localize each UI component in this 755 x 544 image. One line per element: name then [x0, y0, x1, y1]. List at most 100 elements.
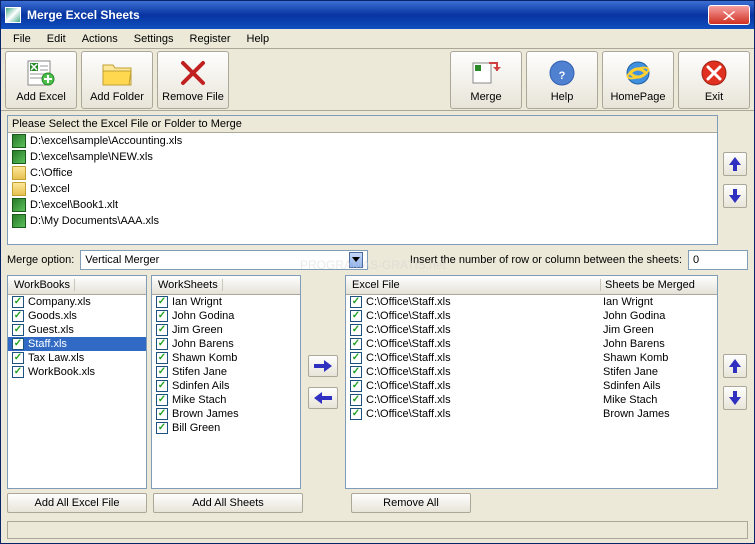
result-file: C:\Office\Staff.xls — [366, 296, 451, 308]
help-button[interactable]: ? Help — [526, 51, 598, 109]
checkbox[interactable] — [156, 324, 168, 336]
exit-button[interactable]: Exit — [678, 51, 750, 109]
worksheet-item[interactable]: Shawn Komb — [152, 351, 300, 365]
checkbox[interactable] — [350, 408, 362, 420]
checkbox[interactable] — [156, 296, 168, 308]
worksheet-name: Brown James — [172, 408, 239, 420]
file-path: D:\excel\sample\NEW.xls — [30, 151, 153, 163]
checkbox[interactable] — [350, 296, 362, 308]
worksheets-header: WorkSheets — [158, 279, 223, 291]
checkbox[interactable] — [12, 338, 24, 350]
checkbox[interactable] — [12, 366, 24, 378]
checkbox[interactable] — [156, 338, 168, 350]
remove-file-button[interactable]: Remove File — [157, 51, 229, 109]
result-row[interactable]: C:\Office\Staff.xlsShawn Komb — [346, 351, 717, 365]
checkbox[interactable] — [156, 394, 168, 406]
file-item[interactable]: D:\excel\sample\NEW.xls — [8, 149, 717, 165]
source-file-list[interactable]: Please Select the Excel File or Folder t… — [7, 115, 718, 245]
statusbar — [7, 521, 748, 539]
worksheet-item[interactable]: John Barens — [152, 337, 300, 351]
checkbox[interactable] — [350, 366, 362, 378]
checkbox[interactable] — [350, 338, 362, 350]
file-item[interactable]: D:\excel — [8, 181, 717, 197]
workbooks-list[interactable]: WorkBooks Company.xlsGoods.xlsGuest.xlsS… — [7, 275, 147, 489]
homepage-button[interactable]: HomePage — [602, 51, 674, 109]
add-all-sheets-button[interactable]: Add All Sheets — [153, 493, 303, 513]
worksheet-name: Ian Wrignt — [172, 296, 222, 308]
worksheet-item[interactable]: Bill Green — [152, 421, 300, 435]
move-up-button[interactable] — [723, 152, 747, 176]
titlebar: Merge Excel Sheets — [1, 1, 754, 29]
result-move-down-button[interactable] — [723, 386, 747, 410]
workbook-item[interactable]: WorkBook.xls — [8, 365, 146, 379]
workbook-item[interactable]: Guest.xls — [8, 323, 146, 337]
file-item[interactable]: D:\excel\Book1.xlt — [8, 197, 717, 213]
result-move-up-button[interactable] — [723, 354, 747, 378]
worksheet-item[interactable]: Jim Green — [152, 323, 300, 337]
menu-settings[interactable]: Settings — [126, 31, 182, 47]
menu-actions[interactable]: Actions — [74, 31, 126, 47]
worksheet-item[interactable]: Ian Wrignt — [152, 295, 300, 309]
result-row[interactable]: C:\Office\Staff.xlsStifen Jane — [346, 365, 717, 379]
worksheet-item[interactable]: John Godina — [152, 309, 300, 323]
checkbox[interactable] — [156, 366, 168, 378]
file-item[interactable]: D:\excel\sample\Accounting.xls — [8, 133, 717, 149]
result-list[interactable]: Excel File Sheets be Merged C:\Office\St… — [345, 275, 718, 489]
insert-rows-input[interactable] — [688, 250, 748, 270]
worksheet-item[interactable]: Stifen Jane — [152, 365, 300, 379]
result-row[interactable]: C:\Office\Staff.xlsJim Green — [346, 323, 717, 337]
checkbox[interactable] — [156, 380, 168, 392]
checkbox[interactable] — [350, 310, 362, 322]
checkbox[interactable] — [12, 352, 24, 364]
remove-all-button[interactable]: Remove All — [351, 493, 471, 513]
close-button[interactable] — [708, 5, 750, 25]
result-row[interactable]: C:\Office\Staff.xlsJohn Barens — [346, 337, 717, 351]
worksheets-list[interactable]: WorkSheets Ian WrigntJohn GodinaJim Gree… — [151, 275, 301, 489]
result-col-file: Excel File — [352, 279, 601, 291]
workbook-name: Staff.xls — [28, 338, 67, 350]
add-excel-button[interactable]: Add Excel — [5, 51, 77, 109]
result-row[interactable]: C:\Office\Staff.xlsIan Wrignt — [346, 295, 717, 309]
result-row[interactable]: C:\Office\Staff.xlsBrown James — [346, 407, 717, 421]
add-folder-button[interactable]: Add Folder — [81, 51, 153, 109]
result-row[interactable]: C:\Office\Staff.xlsMike Stach — [346, 393, 717, 407]
chevron-down-icon — [349, 252, 363, 268]
checkbox[interactable] — [350, 394, 362, 406]
result-sheet: Mike Stach — [603, 394, 713, 406]
menu-register[interactable]: Register — [182, 31, 239, 47]
menu-file[interactable]: File — [5, 31, 39, 47]
add-all-excel-button[interactable]: Add All Excel File — [7, 493, 147, 513]
file-item[interactable]: D:\My Documents\AAA.xls — [8, 213, 717, 229]
checkbox[interactable] — [12, 296, 24, 308]
worksheet-item[interactable]: Brown James — [152, 407, 300, 421]
workbook-item[interactable]: Tax Law.xls — [8, 351, 146, 365]
worksheet-name: Shawn Komb — [172, 352, 237, 364]
workbook-item[interactable]: Staff.xls — [8, 337, 146, 351]
menu-edit[interactable]: Edit — [39, 31, 74, 47]
merge-option-combo[interactable]: Vertical Merger — [80, 250, 368, 270]
checkbox[interactable] — [350, 380, 362, 392]
checkbox[interactable] — [156, 352, 168, 364]
workbook-name: Tax Law.xls — [28, 352, 84, 364]
result-row[interactable]: C:\Office\Staff.xlsSdinfen Ails — [346, 379, 717, 393]
transfer-left-button[interactable] — [308, 387, 338, 409]
checkbox[interactable] — [156, 310, 168, 322]
result-row[interactable]: C:\Office\Staff.xlsJohn Godina — [346, 309, 717, 323]
workbook-item[interactable]: Company.xls — [8, 295, 146, 309]
move-down-button[interactable] — [723, 184, 747, 208]
worksheet-item[interactable]: Mike Stach — [152, 393, 300, 407]
checkbox[interactable] — [12, 324, 24, 336]
checkbox[interactable] — [350, 352, 362, 364]
workbook-item[interactable]: Goods.xls — [8, 309, 146, 323]
file-item[interactable]: C:\Office — [8, 165, 717, 181]
checkbox[interactable] — [156, 408, 168, 420]
worksheet-item[interactable]: Sdinfen Ails — [152, 379, 300, 393]
checkbox[interactable] — [350, 324, 362, 336]
checkbox[interactable] — [12, 310, 24, 322]
result-file: C:\Office\Staff.xls — [366, 380, 451, 392]
merge-button[interactable]: Merge — [450, 51, 522, 109]
file-path: C:\Office — [30, 167, 73, 179]
checkbox[interactable] — [156, 422, 168, 434]
menu-help[interactable]: Help — [239, 31, 278, 47]
transfer-right-button[interactable] — [308, 355, 338, 377]
